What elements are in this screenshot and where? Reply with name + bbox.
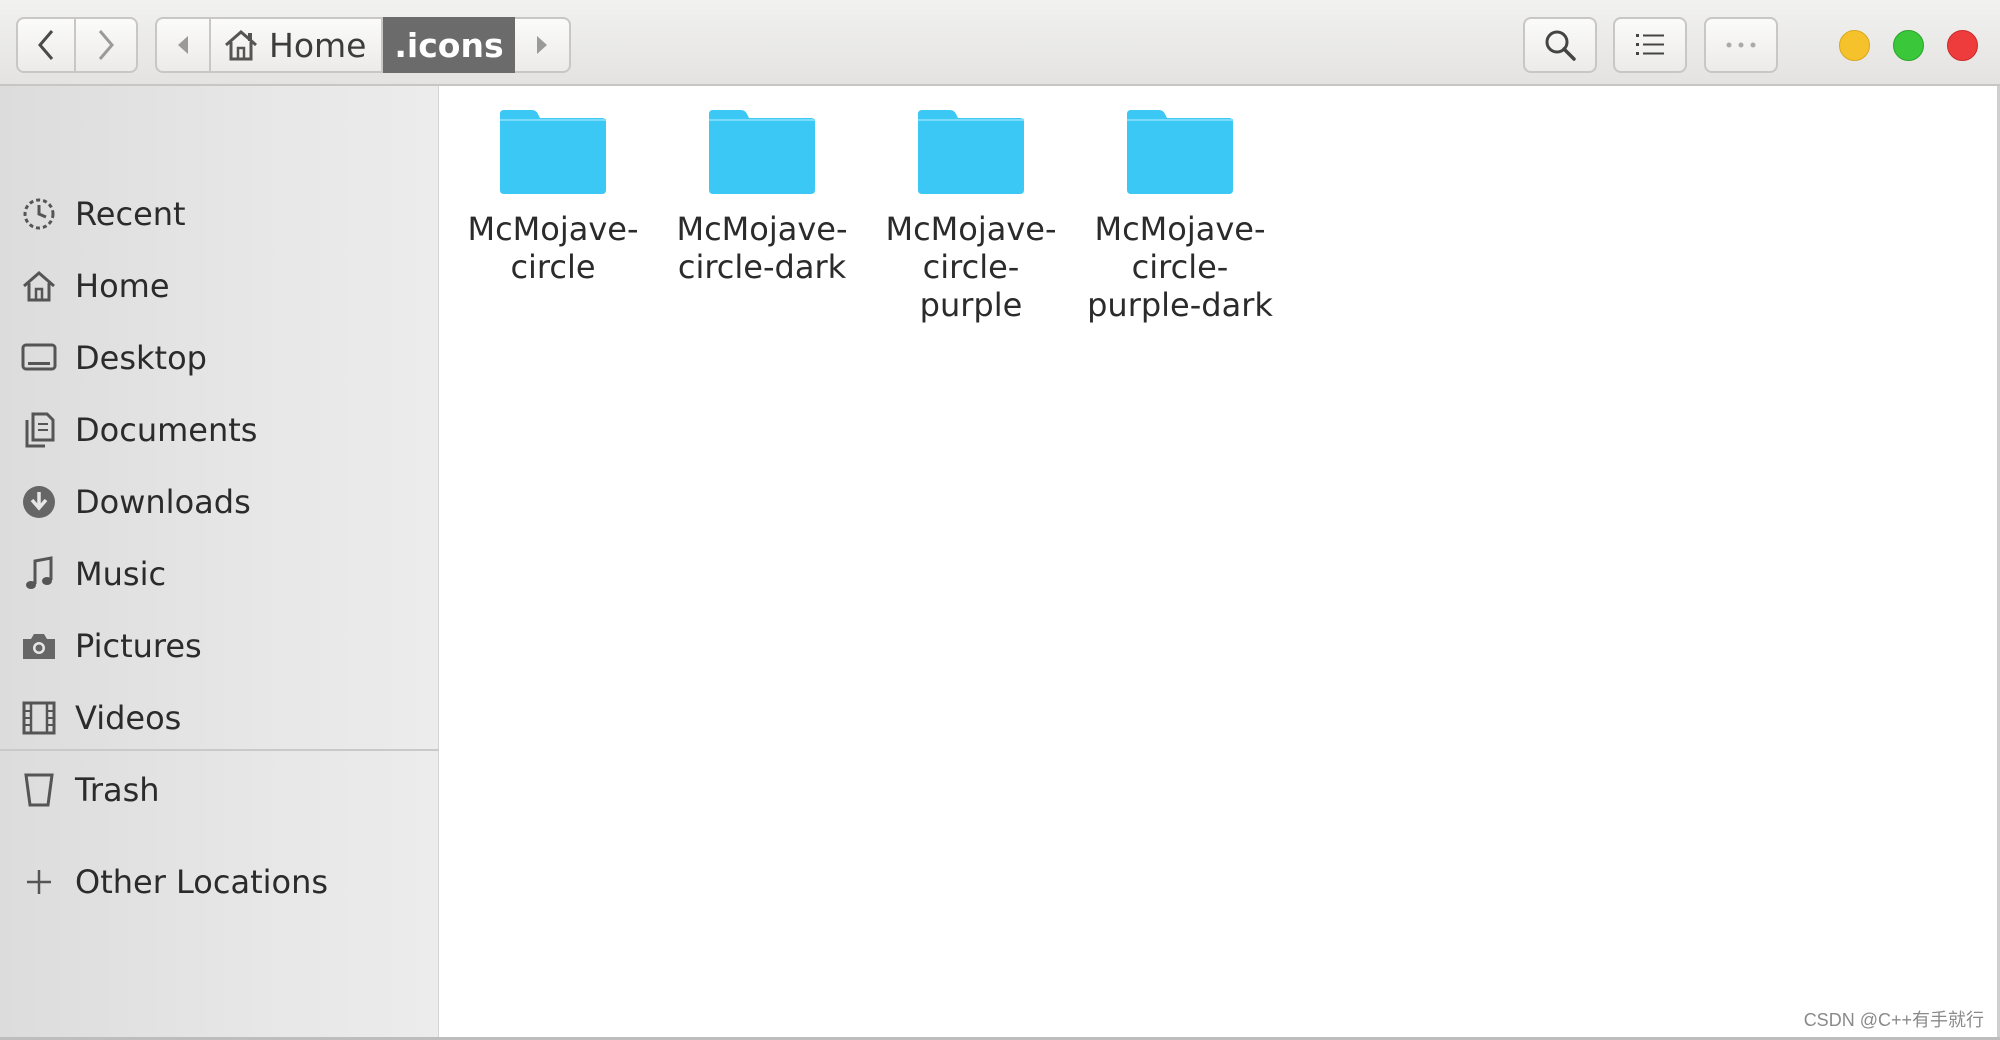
- list-icon: [1636, 34, 1664, 55]
- sidebar-item-label: Desktop: [75, 339, 207, 377]
- search-icon: [1545, 30, 1576, 61]
- sidebar-item-downloads[interactable]: Downloads: [0, 472, 439, 532]
- folder-name: McMojave- circle- purple-dark: [1087, 210, 1273, 324]
- sidebar-item-pictures[interactable]: Pictures: [0, 616, 439, 676]
- sidebar-item-documents[interactable]: Documents: [0, 400, 439, 460]
- forward-button[interactable]: [76, 17, 138, 73]
- sidebar-item-label: Trash: [75, 771, 160, 809]
- view-list-button[interactable]: [1613, 17, 1687, 73]
- download-icon: [20, 483, 58, 521]
- sidebar: Recent Home Desktop Documents Downloads …: [0, 86, 439, 1040]
- folder-icon: [709, 110, 815, 194]
- sidebar-item-label: Other Locations: [75, 863, 329, 901]
- search-button[interactable]: [1523, 17, 1597, 73]
- sidebar-item-label: Recent: [75, 195, 186, 233]
- more-dots-icon: [1726, 42, 1756, 48]
- folder-item[interactable]: McMojave- circle: [453, 106, 653, 286]
- home-icon: [20, 267, 58, 305]
- sidebar-item-music[interactable]: Music: [0, 544, 439, 604]
- path-scroll-right-button[interactable]: [515, 17, 571, 73]
- triangle-left-icon: [178, 36, 188, 54]
- folder-name: McMojave- circle: [467, 210, 639, 286]
- clock-icon: [20, 195, 58, 233]
- chevron-right-icon: [98, 30, 114, 60]
- folder-icon: [500, 110, 606, 194]
- camera-icon: [20, 627, 58, 665]
- path-home-button[interactable]: Home: [211, 17, 383, 73]
- trash-icon: [20, 771, 58, 809]
- back-button[interactable]: [16, 17, 76, 73]
- sidebar-item-label: Downloads: [75, 483, 251, 521]
- sidebar-item-desktop[interactable]: Desktop: [0, 328, 439, 388]
- folder-item[interactable]: McMojave- circle-dark: [662, 106, 862, 286]
- folder-item[interactable]: McMojave- circle- purple: [871, 106, 1071, 324]
- close-button[interactable]: [1947, 30, 1978, 61]
- triangle-right-icon: [537, 36, 547, 54]
- sidebar-item-videos[interactable]: Videos: [0, 688, 439, 748]
- folder-name: McMojave- circle-dark: [676, 210, 848, 286]
- folder-icon: [1127, 110, 1233, 194]
- minimize-button[interactable]: [1839, 30, 1870, 61]
- sidebar-item-other-locations[interactable]: Other Locations: [0, 852, 439, 912]
- folder-name: McMojave- circle- purple: [885, 210, 1057, 324]
- sidebar-item-label: Videos: [75, 699, 182, 737]
- header-bar: Home .icons: [0, 0, 2000, 86]
- home-icon: [225, 30, 257, 61]
- sidebar-item-trash[interactable]: Trash: [0, 760, 439, 820]
- sidebar-item-label: Pictures: [75, 627, 202, 665]
- chevron-left-icon: [38, 30, 54, 60]
- sidebar-item-recent[interactable]: Recent: [0, 184, 439, 244]
- folder-icon: [918, 110, 1024, 194]
- sidebar-item-label: Music: [75, 555, 167, 593]
- maximize-button[interactable]: [1893, 30, 1924, 61]
- film-icon: [20, 699, 58, 737]
- sidebar-item-label: Home: [75, 267, 170, 305]
- sidebar-separator: [0, 749, 439, 751]
- watermark-text: CSDN @C++有手就行: [1803, 1010, 1984, 1030]
- file-view: McMojave- circle McMojave- circle-dark M…: [439, 86, 2000, 1040]
- desktop-icon: [20, 339, 58, 377]
- path-current-label: .icons: [394, 25, 504, 65]
- music-note-icon: [20, 555, 58, 593]
- path-home-label: Home: [269, 25, 367, 65]
- sidebar-item-label: Documents: [75, 411, 258, 449]
- path-current-folder-button[interactable]: .icons: [383, 17, 515, 73]
- documents-icon: [20, 411, 58, 449]
- plus-icon: [20, 863, 58, 901]
- sidebar-item-home[interactable]: Home: [0, 256, 439, 316]
- folder-item[interactable]: McMojave- circle- purple-dark: [1080, 106, 1280, 324]
- path-scroll-left-button[interactable]: [155, 17, 211, 73]
- more-options-button[interactable]: [1704, 17, 1778, 73]
